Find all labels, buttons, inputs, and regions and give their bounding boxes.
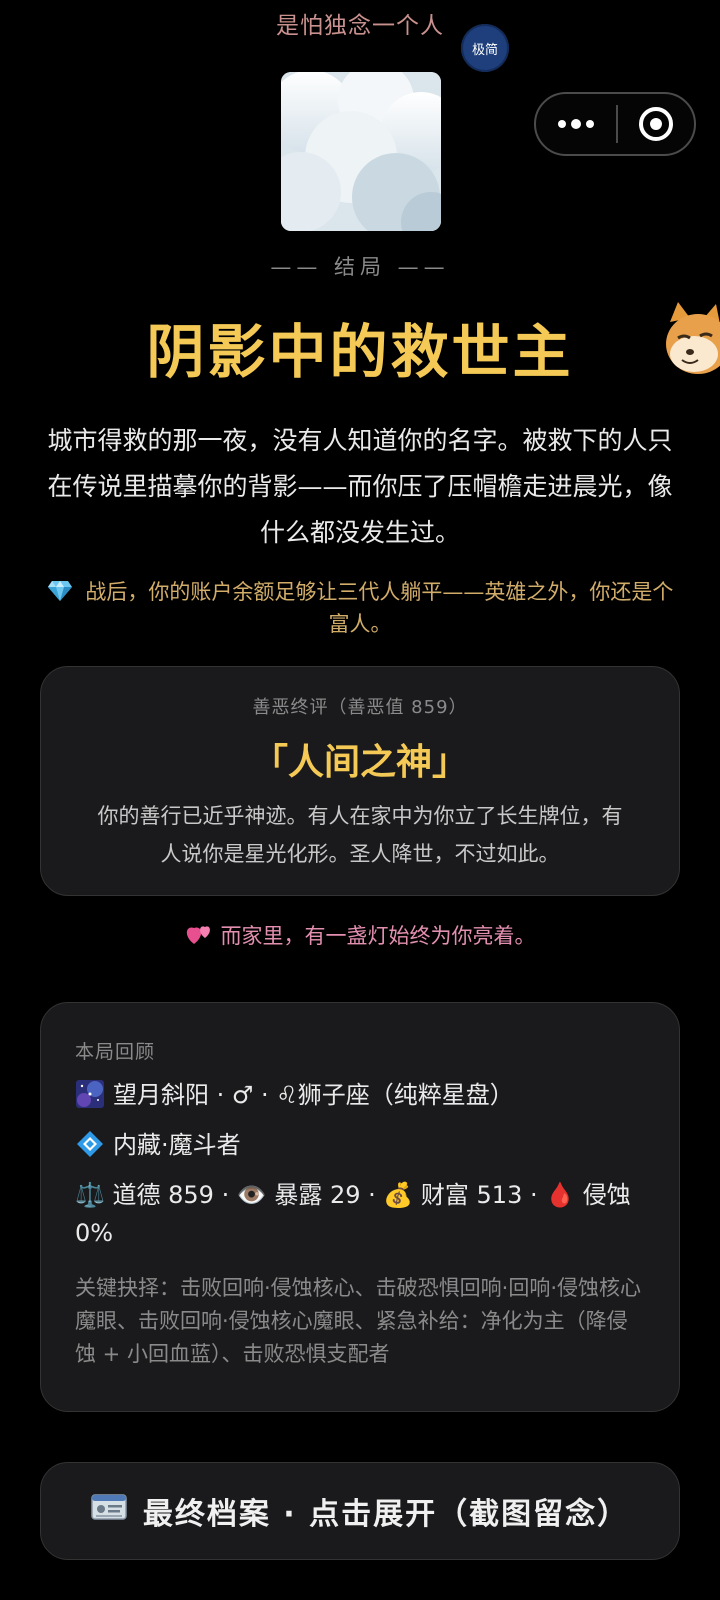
- target-icon: [639, 107, 673, 141]
- two-hearts-icon: [185, 922, 213, 951]
- final-archive-label: 最终档案 · 点击展开（截图留念）: [142, 1497, 630, 1532]
- karma-verdict-subtitle: 善恶终评（善恶值 859）: [252, 697, 468, 718]
- mini-mode-badge[interactable]: 极简: [461, 24, 509, 72]
- family-text: 而家里，有一盏灯始终为你亮着。: [220, 924, 536, 948]
- ending-label: —— 结局 ——: [270, 255, 450, 279]
- wealth-text: 战后，你的账户余额足够让三代人躺平——英雄之外，你还是个富人。: [85, 580, 674, 636]
- diamond-icon: [47, 580, 86, 604]
- ending-title: 阴影中的救世主: [146, 318, 574, 386]
- recap-stats: ⚖️ 道德 859 · 👁️ 暴露 29 · 💰 财富 513 · 🩸 侵蚀 0…: [75, 1181, 631, 1247]
- karma-verdict-description: 你的善行已近乎神迹。有人在家中为你立了长生牌位，有人说你是星光化形。圣人降世，不…: [97, 804, 623, 866]
- ending-story: 城市得救的那一夜，没有人知道你的名字。被救下的人只在传说里描摹你的背影——而你压…: [47, 426, 673, 547]
- recap-class: 内藏·魔斗者: [113, 1131, 241, 1159]
- karma-verdict-card: 善恶终评（善恶值 859） 「人间之神」 你的善行已近乎神迹。有人在家中为你立了…: [40, 666, 680, 896]
- recap-identity: 望月斜阳 · ♂ · ♌狮子座（纯粹星盘）: [113, 1081, 514, 1109]
- blue-diamond-icon: [75, 1126, 105, 1164]
- scrolling-title: 是怕独念一个人: [0, 6, 720, 40]
- close-miniprogram-button[interactable]: [618, 94, 694, 154]
- recap-key-choices: 关键抉择：击败回响·侵蚀核心、击破恐惧回响·回响·侵蚀核心魔眼、击败回响·侵蚀核…: [75, 1276, 642, 1366]
- more-menu-button[interactable]: [536, 94, 616, 154]
- recap-heading: 本局回顾: [75, 1041, 156, 1063]
- run-recap-card: 本局回顾 望月斜阳 · ♂ · ♌狮子座（纯粹星盘） 内藏·魔斗者 ⚖️ 道德 …: [40, 1002, 680, 1412]
- scrolling-title-text: 是怕独念一个人: [276, 13, 444, 39]
- recap-class-row: 内藏·魔斗者: [75, 1126, 647, 1164]
- karma-verdict-title: 「人间之神」: [251, 742, 468, 783]
- galaxy-icon: [75, 1076, 105, 1114]
- id-card-icon: [91, 1491, 127, 1531]
- ending-screen: 是怕独念一个人 极简 —— 结局 —— 阴影中的救世主 城市得救的那一夜，没有人…: [0, 0, 720, 1600]
- ending-cover-image: [281, 72, 441, 231]
- miniprogram-capsule: [534, 92, 696, 156]
- final-archive-button[interactable]: 最终档案 · 点击展开（截图留念）: [40, 1462, 680, 1560]
- family-note: 而家里，有一盏灯始终为你亮着。: [0, 920, 720, 951]
- recap-identity-row: 望月斜阳 · ♂ · ♌狮子座（纯粹星盘）: [75, 1076, 647, 1114]
- wealth-note: 战后，你的账户余额足够让三代人躺平——英雄之外，你还是个富人。: [40, 576, 680, 640]
